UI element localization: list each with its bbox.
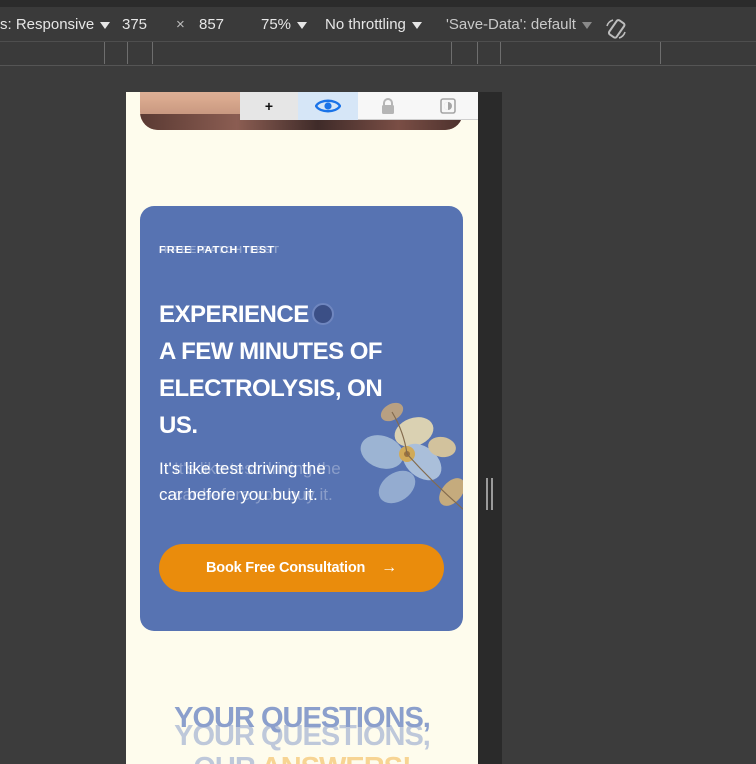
chevron-down-icon <box>100 21 111 29</box>
times-separator: × <box>176 16 185 33</box>
faq-line2-accent: ANSWERS! <box>261 752 412 764</box>
width-input[interactable]: 375 <box>122 16 147 33</box>
add-button[interactable]: + <box>240 92 298 120</box>
eye-button[interactable] <box>298 92 358 120</box>
save-data-label: 'Save-Data': default <box>446 16 576 33</box>
height-input[interactable]: 857 <box>199 16 224 33</box>
extension-toolbar: + <box>240 92 478 120</box>
chevron-down-icon <box>297 21 308 29</box>
chevron-down-icon <box>411 21 422 29</box>
media-query-ruler <box>0 42 756 66</box>
arrow-right-icon: → <box>381 559 397 576</box>
resize-handle[interactable] <box>486 478 494 510</box>
flower-illustration <box>360 402 463 510</box>
cursor-dot <box>312 303 334 325</box>
subtext-line: car before you buy it. <box>159 485 318 504</box>
subtext-line: It's like test driving the <box>159 459 326 478</box>
contrast-icon <box>440 98 456 114</box>
throttling-dropdown[interactable]: No throttling <box>325 16 422 33</box>
eyebrow-label: FREE PATCH TEST <box>159 244 276 256</box>
headline-line: A FEW MINUTES OF <box>159 338 383 365</box>
save-data-dropdown[interactable]: 'Save-Data': default <box>446 16 592 33</box>
zoom-label: 75% <box>261 16 292 33</box>
lock-button[interactable] <box>358 92 418 120</box>
lock-icon <box>382 98 394 114</box>
contrast-button[interactable] <box>418 92 478 120</box>
dimensions-dropdown[interactable]: s: Responsive <box>0 16 111 33</box>
cta-label: Book Free Consultation <box>206 560 366 576</box>
device-edge <box>478 92 502 764</box>
chevron-down-icon <box>581 21 592 29</box>
dimensions-label: s: Responsive <box>0 16 95 33</box>
faq-line2: OUR ANSWERS! <box>126 752 478 764</box>
book-consultation-button[interactable]: Book Free Consultation → <box>159 544 444 592</box>
faq-line1-ghost: YOUR QUESTIONS, <box>174 720 431 752</box>
eye-icon <box>315 99 341 113</box>
device-toolbar: s: Responsive 375 × 857 75% No throttlin… <box>0 0 756 42</box>
faq-line2-prefix: OUR <box>193 752 255 764</box>
rotate-icon[interactable] <box>604 17 628 41</box>
throttling-label: No throttling <box>325 16 406 33</box>
headline-line: EXPERIENCE <box>159 301 309 328</box>
zoom-dropdown[interactable]: 75% <box>261 16 308 33</box>
page-viewport: + FREE PATCH TEST FREE PATCH TEST EXPERI… <box>126 92 478 764</box>
patch-test-card: FREE PATCH TEST FREE PATCH TEST EXPERIEN… <box>140 206 463 631</box>
faq-heading-ghost: YOUR QUESTIONS, OUR ANSWERS! <box>126 720 478 764</box>
card-subtext: It's like test driving the car before yo… <box>159 456 349 508</box>
